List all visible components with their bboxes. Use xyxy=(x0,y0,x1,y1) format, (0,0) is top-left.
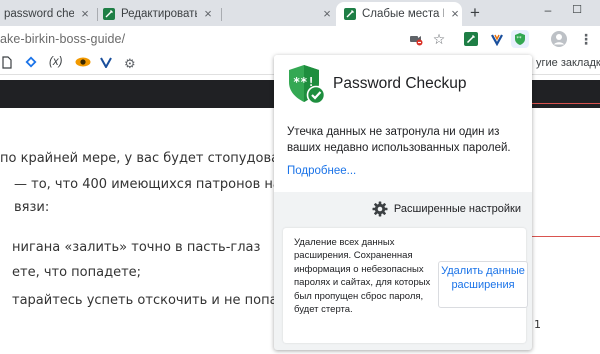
puzzle-bookmark-icon[interactable]: ⚙ xyxy=(124,56,136,72)
article-line: вязи: xyxy=(14,200,50,215)
formula-bookmark[interactable]: (x) xyxy=(49,56,62,68)
edit-favicon-icon xyxy=(103,8,115,20)
eye-bookmark-icon[interactable] xyxy=(75,56,91,71)
password-checkup-extension-icon[interactable]: ** xyxy=(511,30,529,48)
menu-icon[interactable]: ⋮ xyxy=(578,31,594,47)
address-bar[interactable]: ake-birkin-boss-guide/ xyxy=(0,32,125,46)
close-icon[interactable]: × xyxy=(320,7,334,21)
close-icon[interactable]: × xyxy=(448,7,462,21)
minimize-icon[interactable]: – xyxy=(541,3,555,17)
tab-blank[interactable]: × xyxy=(226,2,334,26)
article-fragment: 1 xyxy=(534,318,541,331)
password-checkup-popup: **! Password Checkup Утечка данных не за… xyxy=(274,55,532,350)
popup-status-message: Утечка данных не затронула ни один из ва… xyxy=(287,126,511,154)
tab-separator xyxy=(221,8,222,21)
site-favicon-icon xyxy=(344,8,356,20)
other-bookmarks[interactable]: угие закладки xyxy=(536,57,600,69)
camera-blocked-icon[interactable] xyxy=(408,31,424,47)
toolbar: ake-birkin-boss-guide/ ☆ ** ⋮ xyxy=(0,26,600,53)
extension-edit-icon[interactable] xyxy=(463,31,479,47)
close-icon[interactable]: × xyxy=(78,7,92,21)
advanced-settings-label: Расширенные настройки xyxy=(393,203,521,215)
tab-title: password checku xyxy=(4,8,74,20)
page-bookmark-icon[interactable] xyxy=(2,56,12,72)
article-line: по крайней мере, у вас будет стопудовая xyxy=(0,151,287,166)
tab-password-checkup[interactable]: password checku × xyxy=(0,2,92,26)
close-icon[interactable]: × xyxy=(201,7,215,21)
password-checkup-logo-icon: **! xyxy=(289,65,325,104)
advanced-settings-button[interactable]: Расширенные настройки xyxy=(372,201,521,217)
tab-title: Редактировать xyxy=(121,8,197,20)
gear-icon xyxy=(372,201,388,217)
tab-weak-spots[interactable]: Слабые места Бо × xyxy=(336,2,462,26)
popup-title: Password Checkup xyxy=(333,75,467,92)
article-line: ете, что попадете; xyxy=(12,265,142,280)
tab-separator xyxy=(97,8,98,21)
diamond-bookmark-icon[interactable] xyxy=(25,56,37,71)
tab-strip: password checku × Редактировать × × Слаб… xyxy=(0,0,600,26)
learn-more-link[interactable]: Подробнее... xyxy=(287,165,356,177)
tab-title: Слабые места Бо xyxy=(362,8,444,20)
article-line: — то, что 400 имеющихся патронов на xyxy=(14,177,281,192)
new-tab-button[interactable]: + xyxy=(467,4,483,22)
maximize-icon[interactable]: ☐ xyxy=(570,3,584,16)
profile-avatar-icon[interactable] xyxy=(551,31,567,47)
remove-extension-data-button[interactable]: Удалить данные расширения xyxy=(438,261,528,308)
divider xyxy=(531,103,600,104)
bookmark-star-icon[interactable]: ☆ xyxy=(431,31,447,47)
divider xyxy=(531,236,600,237)
remove-data-card: Удаление всех данных расширения. Сохране… xyxy=(283,228,528,343)
remove-data-description: Удаление всех данных расширения. Сохране… xyxy=(294,237,431,316)
article-line: тарайтесь успеть отскочить и не попасть xyxy=(12,293,300,308)
tab-edit[interactable]: Редактировать × xyxy=(103,2,215,26)
vpn-extension-icon[interactable] xyxy=(489,31,505,47)
svg-text:**: ** xyxy=(517,36,523,42)
popup-status-section: **! Password Checkup Утечка данных не за… xyxy=(274,55,532,192)
article-line: нигана «залить» точно в пасть-глаз xyxy=(12,240,261,255)
vpn-bookmark-icon[interactable] xyxy=(100,56,112,71)
